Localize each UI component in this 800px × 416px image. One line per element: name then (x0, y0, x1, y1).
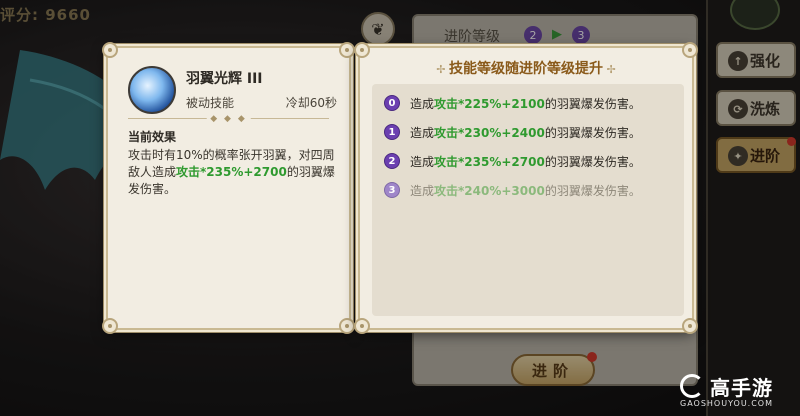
level-text: 造成 (410, 96, 435, 111)
level-value: 攻击*225%+2100 (434, 96, 545, 111)
effect-title: 当前效果 (128, 130, 177, 144)
watermark-logo-icon (680, 374, 704, 398)
level-text: 造成 (410, 125, 435, 140)
corner-ornament (102, 42, 118, 58)
skill-level-card: ✢ 技能等级随进阶等级提升 ✢ 0 造成 攻击*225%+2100 的羽翼爆发伤害。… (354, 42, 698, 334)
watermark-text: 高手游 (710, 376, 773, 400)
skill-detail-card: 羽翼光辉 III 被动技能 冷却60秒 ◆ ◆ ◆ 当前效果 攻击时有10%的概… (102, 42, 355, 334)
level-text: 的羽翼爆发伤害。 (544, 183, 641, 198)
watermark: 高手游 GAOSHOUYOU.COM (660, 368, 800, 416)
skill-cooldown: 冷却60秒 (285, 96, 337, 110)
level-card-title-text: 技能等级随进阶等级提升 (449, 61, 603, 77)
divider-ornament: ◆ ◆ ◆ (206, 114, 251, 124)
level-row: 1 造成 攻击*230%+2400 的羽翼爆发伤害。 (384, 123, 641, 141)
level-text: 造成 (410, 183, 435, 198)
watermark-subtext: GAOSHOUYOU.COM (680, 399, 774, 408)
level-row-locked: 3 造成 攻击*240%+3000 的羽翼爆发伤害。 (384, 181, 641, 199)
skill-name: 羽翼光辉 III (186, 71, 263, 87)
corner-ornament (339, 42, 355, 58)
level-value: 攻击*230%+2400 (434, 125, 545, 140)
level-value: 攻击*235%+2700 (434, 154, 545, 169)
title-ornament-right: ✢ (603, 63, 616, 76)
level-text: 造成 (410, 154, 435, 169)
level-badge: 0 (384, 95, 400, 111)
corner-ornament (102, 318, 118, 334)
level-badge: 2 (384, 153, 400, 169)
title-ornament-left: ✢ (436, 63, 449, 76)
level-badge: 3 (384, 182, 400, 198)
skill-type: 被动技能 (186, 96, 235, 110)
level-text: 的羽翼爆发伤害。 (544, 154, 641, 169)
effect-description: 攻击时有10%的概率张开羽翼，对四周敌人造成攻击*235%+2700的羽翼爆发伤… (128, 147, 340, 198)
level-text: 的羽翼爆发伤害。 (544, 125, 641, 140)
level-list: 0 造成 攻击*225%+2100 的羽翼爆发伤害。 1 造成 攻击*230%+240… (372, 84, 684, 316)
level-row: 2 造成 攻击*235%+2700 的羽翼爆发伤害。 (384, 152, 641, 170)
level-badge: 1 (384, 124, 400, 140)
effect-value: 攻击*235%+2700 (176, 165, 287, 179)
corner-ornament (354, 42, 370, 58)
corner-ornament (682, 42, 698, 58)
level-row: 0 造成 攻击*225%+2100 的羽翼爆发伤害。 (384, 94, 641, 112)
corner-ornament (339, 318, 355, 334)
wing-skill-icon (128, 66, 176, 114)
level-card-title: ✢ 技能等级随进阶等级提升 ✢ (360, 58, 692, 78)
corner-ornament (354, 318, 370, 334)
level-value: 攻击*240%+3000 (434, 183, 545, 198)
corner-ornament (682, 318, 698, 334)
level-text: 的羽翼爆发伤害。 (544, 96, 641, 111)
